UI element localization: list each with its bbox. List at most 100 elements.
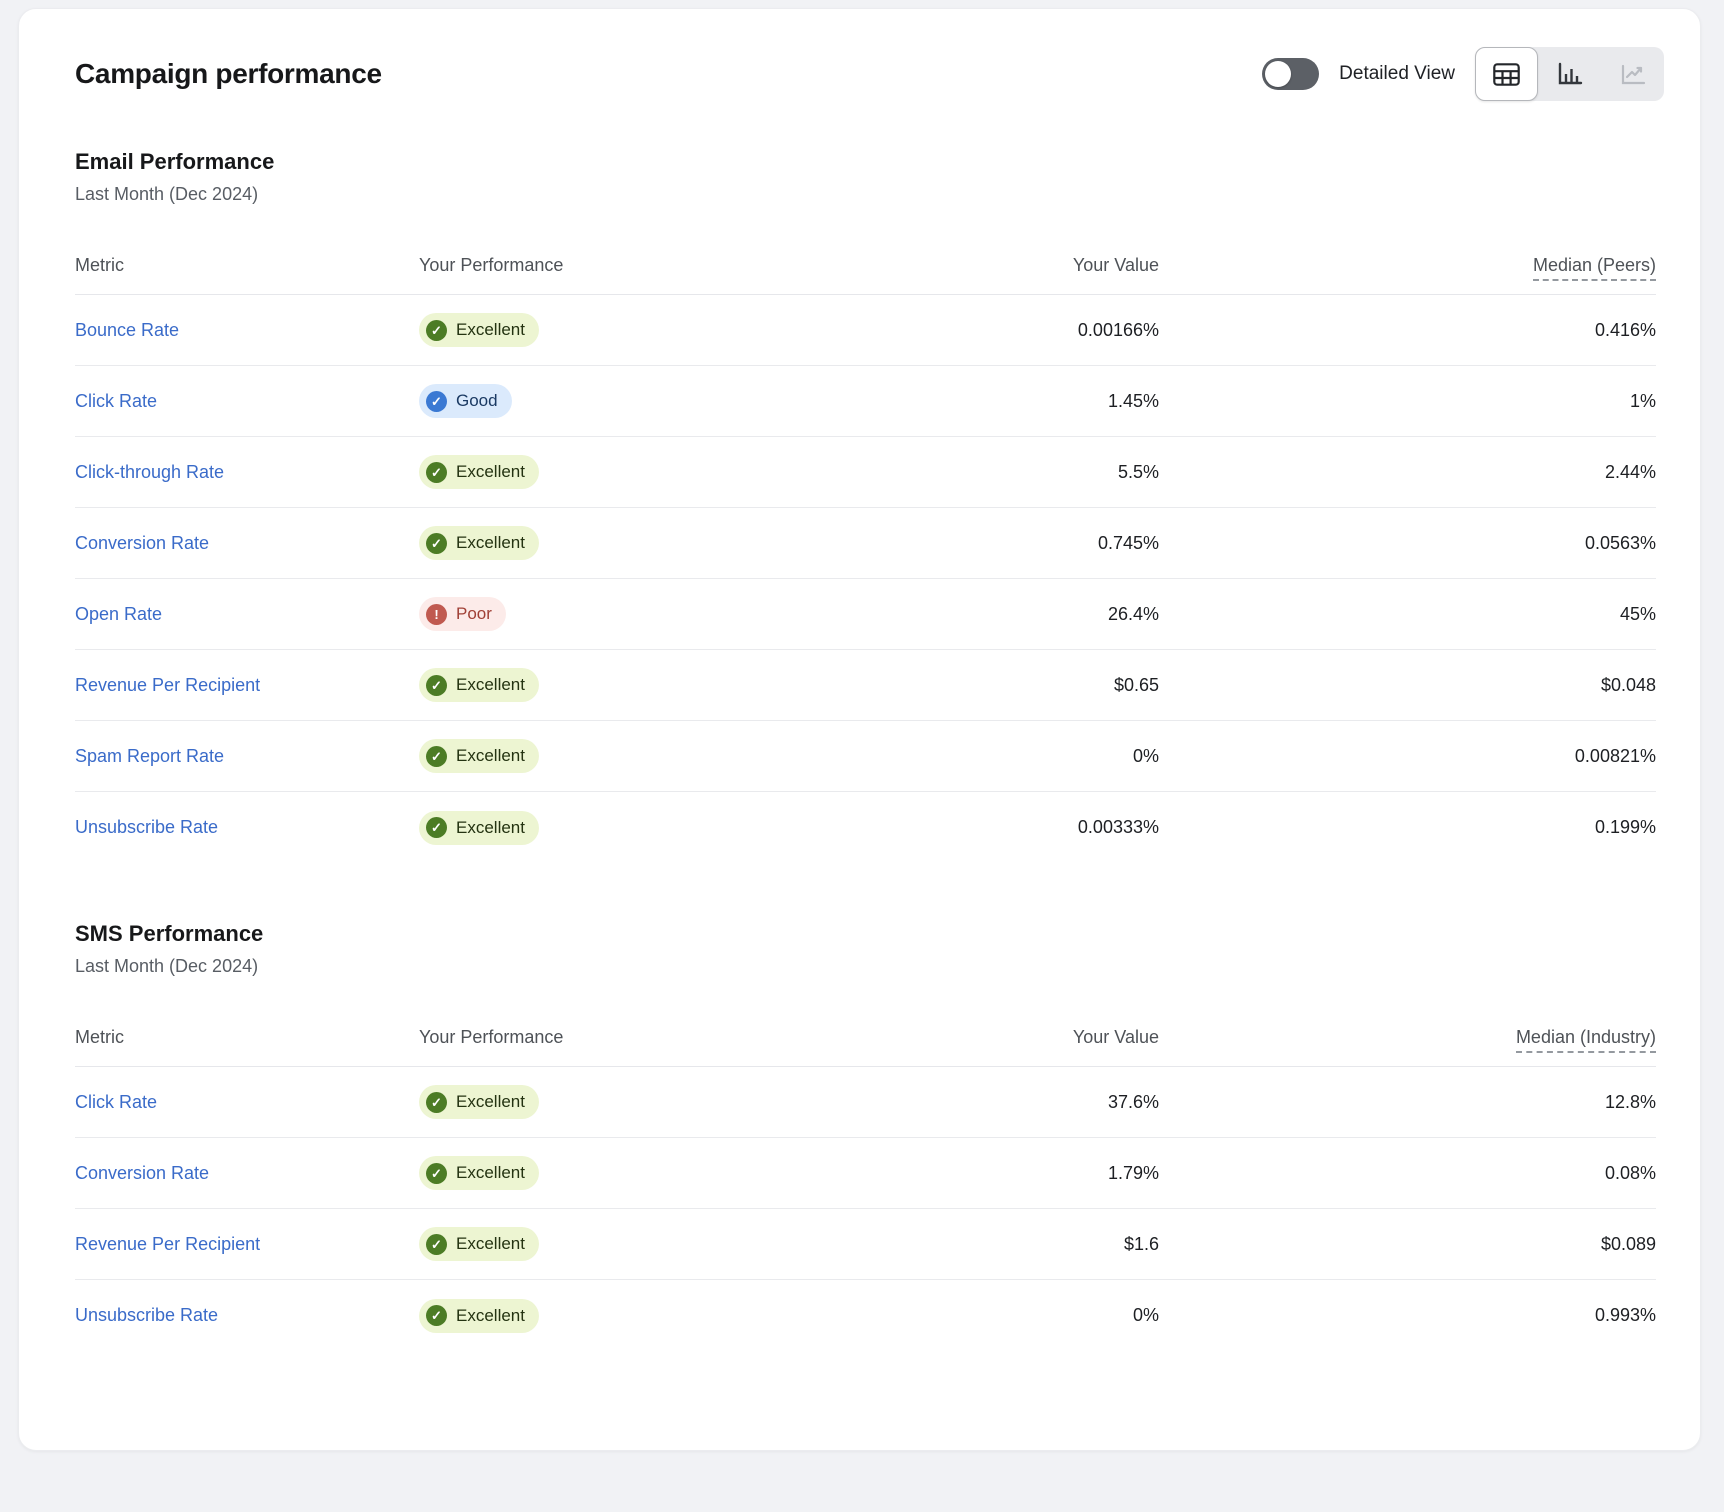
status-badge: Excellent: [419, 1085, 539, 1119]
check-circle-icon: [426, 1163, 447, 1184]
status-badge: Excellent: [419, 526, 539, 560]
metric-link[interactable]: Conversion Rate: [75, 1163, 209, 1183]
column-header-metric: Metric: [75, 255, 419, 276]
bar-chart-view-button[interactable]: [1538, 47, 1601, 101]
metric-link[interactable]: Spam Report Rate: [75, 746, 224, 766]
your-value: 1.45%: [839, 391, 1159, 412]
status-badge: Excellent: [419, 455, 539, 489]
your-value: $0.65: [839, 675, 1159, 696]
your-value: 0.00333%: [839, 817, 1159, 838]
table-row: Bounce Rate Excellent 0.00166% 0.416%: [75, 295, 1656, 366]
metric-link[interactable]: Revenue Per Recipient: [75, 1234, 260, 1254]
status-badge: Excellent: [419, 1156, 539, 1190]
median-value: 0.0563%: [1159, 533, 1656, 554]
column-header-metric: Metric: [75, 1027, 419, 1048]
median-value: 2.44%: [1159, 462, 1656, 483]
column-header-performance: Your Performance: [419, 1027, 839, 1048]
median-value: 0.993%: [1159, 1305, 1656, 1326]
check-circle-icon: [426, 817, 447, 838]
sms-performance-section: SMS Performance Last Month (Dec 2024) Me…: [19, 921, 1700, 1351]
metric-link[interactable]: Click Rate: [75, 1092, 157, 1112]
status-badge: Excellent: [419, 1227, 539, 1261]
table-header-row: Metric Your Performance Your Value Media…: [75, 1009, 1656, 1067]
median-peers-header[interactable]: Median (Peers): [1533, 255, 1656, 281]
column-header-your-value: Your Value: [839, 255, 1159, 276]
check-circle-icon: [426, 746, 447, 767]
check-circle-icon: [426, 391, 447, 412]
status-label: Excellent: [456, 1306, 525, 1326]
section-title: SMS Performance: [75, 921, 1656, 947]
status-badge: Excellent: [419, 739, 539, 773]
line-chart-view-button[interactable]: [1601, 47, 1664, 101]
status-badge: Poor: [419, 597, 506, 631]
table-row: Revenue Per Recipient Excellent $1.6 $0.…: [75, 1209, 1656, 1280]
email-performance-table: Metric Your Performance Your Value Media…: [75, 237, 1656, 863]
table-row: Click Rate Excellent 37.6% 12.8%: [75, 1067, 1656, 1138]
status-badge: Excellent: [419, 668, 539, 702]
header-controls: Detailed View: [1262, 47, 1664, 101]
your-value: 0%: [839, 746, 1159, 767]
median-value: 0.08%: [1159, 1163, 1656, 1184]
check-circle-icon: [426, 1092, 447, 1113]
table-row: Click Rate Good 1.45% 1%: [75, 366, 1656, 437]
status-badge: Good: [419, 384, 512, 418]
table-row: Spam Report Rate Excellent 0% 0.00821%: [75, 721, 1656, 792]
table-row: Unsubscribe Rate Excellent 0.00333% 0.19…: [75, 792, 1656, 863]
check-circle-icon: [426, 533, 447, 554]
your-value: 26.4%: [839, 604, 1159, 625]
table-row: Unsubscribe Rate Excellent 0% 0.993%: [75, 1280, 1656, 1351]
check-circle-icon: [426, 675, 447, 696]
metric-link[interactable]: Open Rate: [75, 604, 162, 624]
table-row: Open Rate Poor 26.4% 45%: [75, 579, 1656, 650]
table-row: Conversion Rate Excellent 1.79% 0.08%: [75, 1138, 1656, 1209]
table-icon: [1493, 63, 1520, 86]
check-circle-icon: [426, 1234, 447, 1255]
your-value: 37.6%: [839, 1092, 1159, 1113]
your-value: 0.00166%: [839, 320, 1159, 341]
your-value: 1.79%: [839, 1163, 1159, 1184]
your-value: 5.5%: [839, 462, 1159, 483]
section-subtitle: Last Month (Dec 2024): [75, 956, 1656, 977]
median-value: 45%: [1159, 604, 1656, 625]
status-label: Excellent: [456, 1234, 525, 1254]
status-label: Excellent: [456, 462, 525, 482]
metric-link[interactable]: Bounce Rate: [75, 320, 179, 340]
column-header-your-value: Your Value: [839, 1027, 1159, 1048]
status-badge: Excellent: [419, 313, 539, 347]
median-industry-header[interactable]: Median (Industry): [1516, 1027, 1656, 1053]
check-circle-icon: [426, 320, 447, 341]
table-row: Revenue Per Recipient Excellent $0.65 $0…: [75, 650, 1656, 721]
your-value: $1.6: [839, 1234, 1159, 1255]
your-value: 0%: [839, 1305, 1159, 1326]
status-label: Excellent: [456, 746, 525, 766]
metric-link[interactable]: Click Rate: [75, 391, 157, 411]
toggle-knob: [1265, 61, 1291, 87]
section-subtitle: Last Month (Dec 2024): [75, 184, 1656, 205]
metric-link[interactable]: Click-through Rate: [75, 462, 224, 482]
exclamation-circle-icon: [426, 604, 447, 625]
status-label: Excellent: [456, 818, 525, 838]
column-header-median: Median (Peers): [1159, 255, 1656, 276]
status-label: Good: [456, 391, 498, 411]
metric-link[interactable]: Unsubscribe Rate: [75, 1305, 218, 1325]
metric-link[interactable]: Conversion Rate: [75, 533, 209, 553]
table-row: Click-through Rate Excellent 5.5% 2.44%: [75, 437, 1656, 508]
detailed-view-toggle[interactable]: [1262, 58, 1319, 90]
status-label: Excellent: [456, 320, 525, 340]
median-value: 0.199%: [1159, 817, 1656, 838]
bar-chart-icon: [1557, 62, 1583, 86]
check-circle-icon: [426, 1305, 447, 1326]
table-view-button[interactable]: [1475, 47, 1538, 101]
campaign-performance-card: Campaign performance Detailed View: [18, 8, 1701, 1451]
status-label: Excellent: [456, 1092, 525, 1112]
metric-link[interactable]: Revenue Per Recipient: [75, 675, 260, 695]
median-value: $0.048: [1159, 675, 1656, 696]
detailed-view-label: Detailed View: [1339, 63, 1455, 85]
status-label: Excellent: [456, 533, 525, 553]
median-value: 0.00821%: [1159, 746, 1656, 767]
line-chart-icon: [1620, 62, 1646, 86]
metric-link[interactable]: Unsubscribe Rate: [75, 817, 218, 837]
median-value: $0.089: [1159, 1234, 1656, 1255]
column-header-median: Median (Industry): [1159, 1027, 1656, 1048]
view-switcher: [1475, 47, 1664, 101]
